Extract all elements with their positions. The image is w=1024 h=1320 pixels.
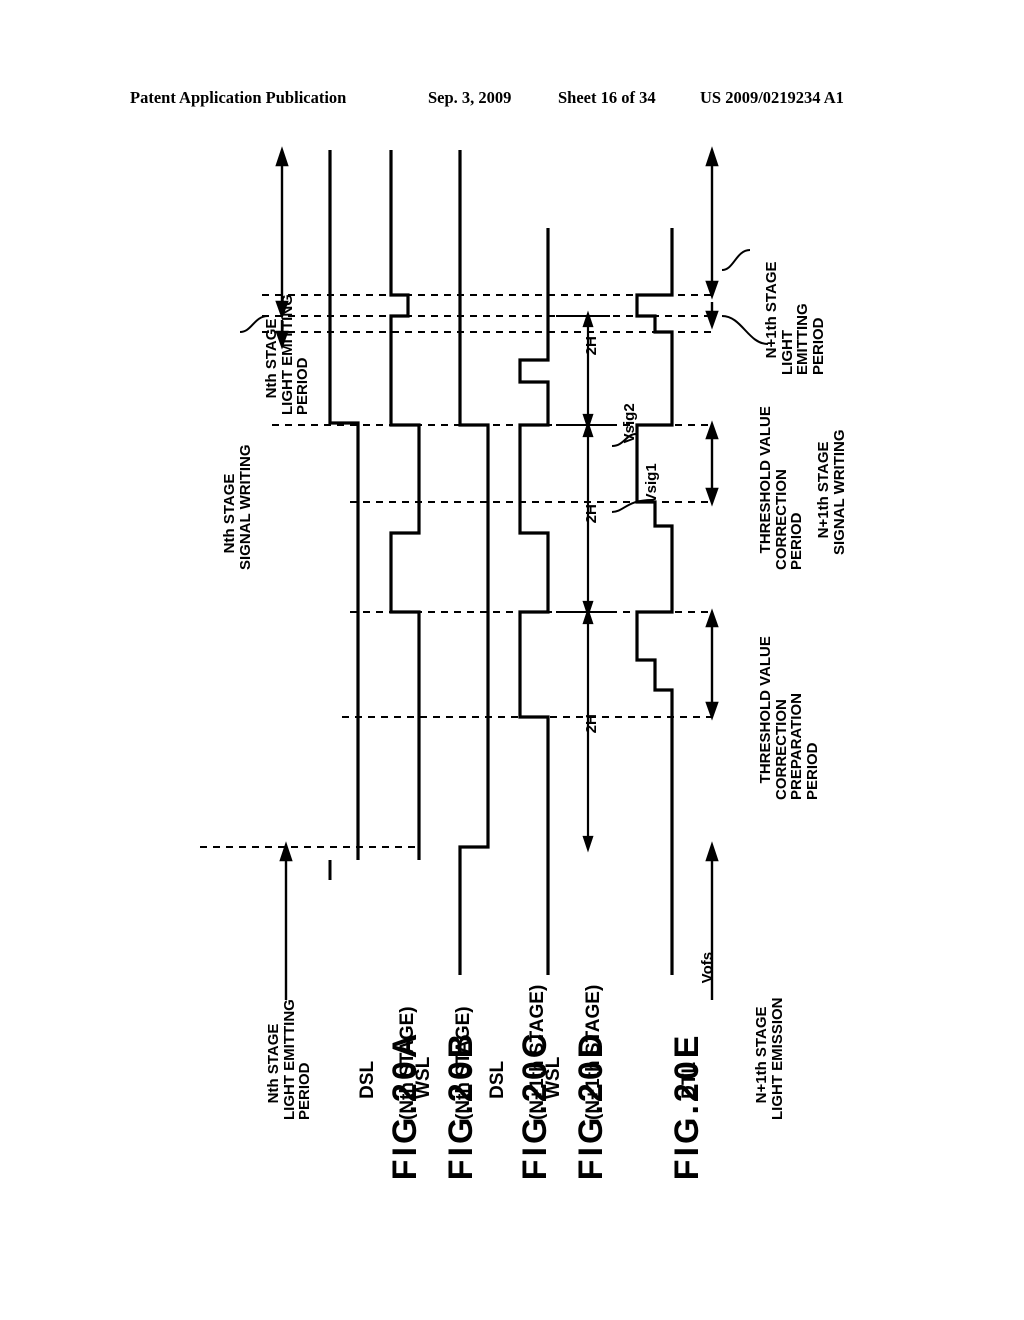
waveform-dsl-np1 xyxy=(458,150,490,975)
annotation-np1-light-emitting-period: N+1th STAGE LIGHT EMITTING PERIOD xyxy=(762,261,827,376)
waveform-dsl-nth xyxy=(328,150,360,860)
annotation-np1-light-emission: N+1th STAGE LIGHT EMISSION xyxy=(752,997,786,1120)
period-marker-2h-mid: 2H xyxy=(582,504,600,524)
annotation-threshold-correction-preparation: THRESHOLD VALUE CORRECTION PREPARATION PERI… xyxy=(756,636,821,800)
figure-label-20d: FIG.20D xyxy=(571,1030,610,1181)
annotation-nth-light-emitting-bottom: Nth STAGE LIGHT EMITTING PERIOD xyxy=(264,999,314,1120)
header-publication: Patent Application Publication xyxy=(130,88,347,107)
annotation-threshold-correction-period: THRESHOLD VALUE CORRECTION PERIOD xyxy=(756,406,806,570)
waveform-wsl-nth xyxy=(389,150,421,860)
right-np1-emitting-arrow xyxy=(705,146,719,330)
header-patent-number: US 2009/0219234 A1 xyxy=(700,88,844,107)
header-date: Sep. 3, 2009 xyxy=(428,88,512,107)
annotation-nth-light-emitting-top: Nth STAGE LIGHT EMITTING PERIOD xyxy=(262,294,312,415)
period-marker-2h-bottom: 2H xyxy=(582,714,600,734)
waveform-dtl xyxy=(635,228,674,975)
waveform-wsl-np1 xyxy=(518,228,550,975)
annotation-nth-signal-writing: Nth STAGE SIGNAL WRITING xyxy=(220,444,254,570)
right-threshold-correction-arrow xyxy=(705,420,719,507)
page-header: Patent Application Publication Sep. 3, 2… xyxy=(0,88,1024,116)
figure-label-20e: FIG.20E xyxy=(667,1032,706,1181)
header-sheet-number: Sheet 16 of 34 xyxy=(558,88,656,107)
label-vsig2: Vsig2 xyxy=(620,403,638,444)
label-vofs: Vofs xyxy=(698,951,716,984)
label-vsig1: Vsig1 xyxy=(642,463,660,504)
right-threshold-preparation-arrow xyxy=(705,608,719,721)
left-bottom-period-arrow xyxy=(279,841,293,1000)
period-marker-2h-top: 2H xyxy=(582,336,600,356)
figure-20-timing-diagram: Nth STAGE SIGNAL WRITING Nth STAGE LIGHT E… xyxy=(0,120,1024,1320)
period-2h-arrows xyxy=(556,310,610,853)
